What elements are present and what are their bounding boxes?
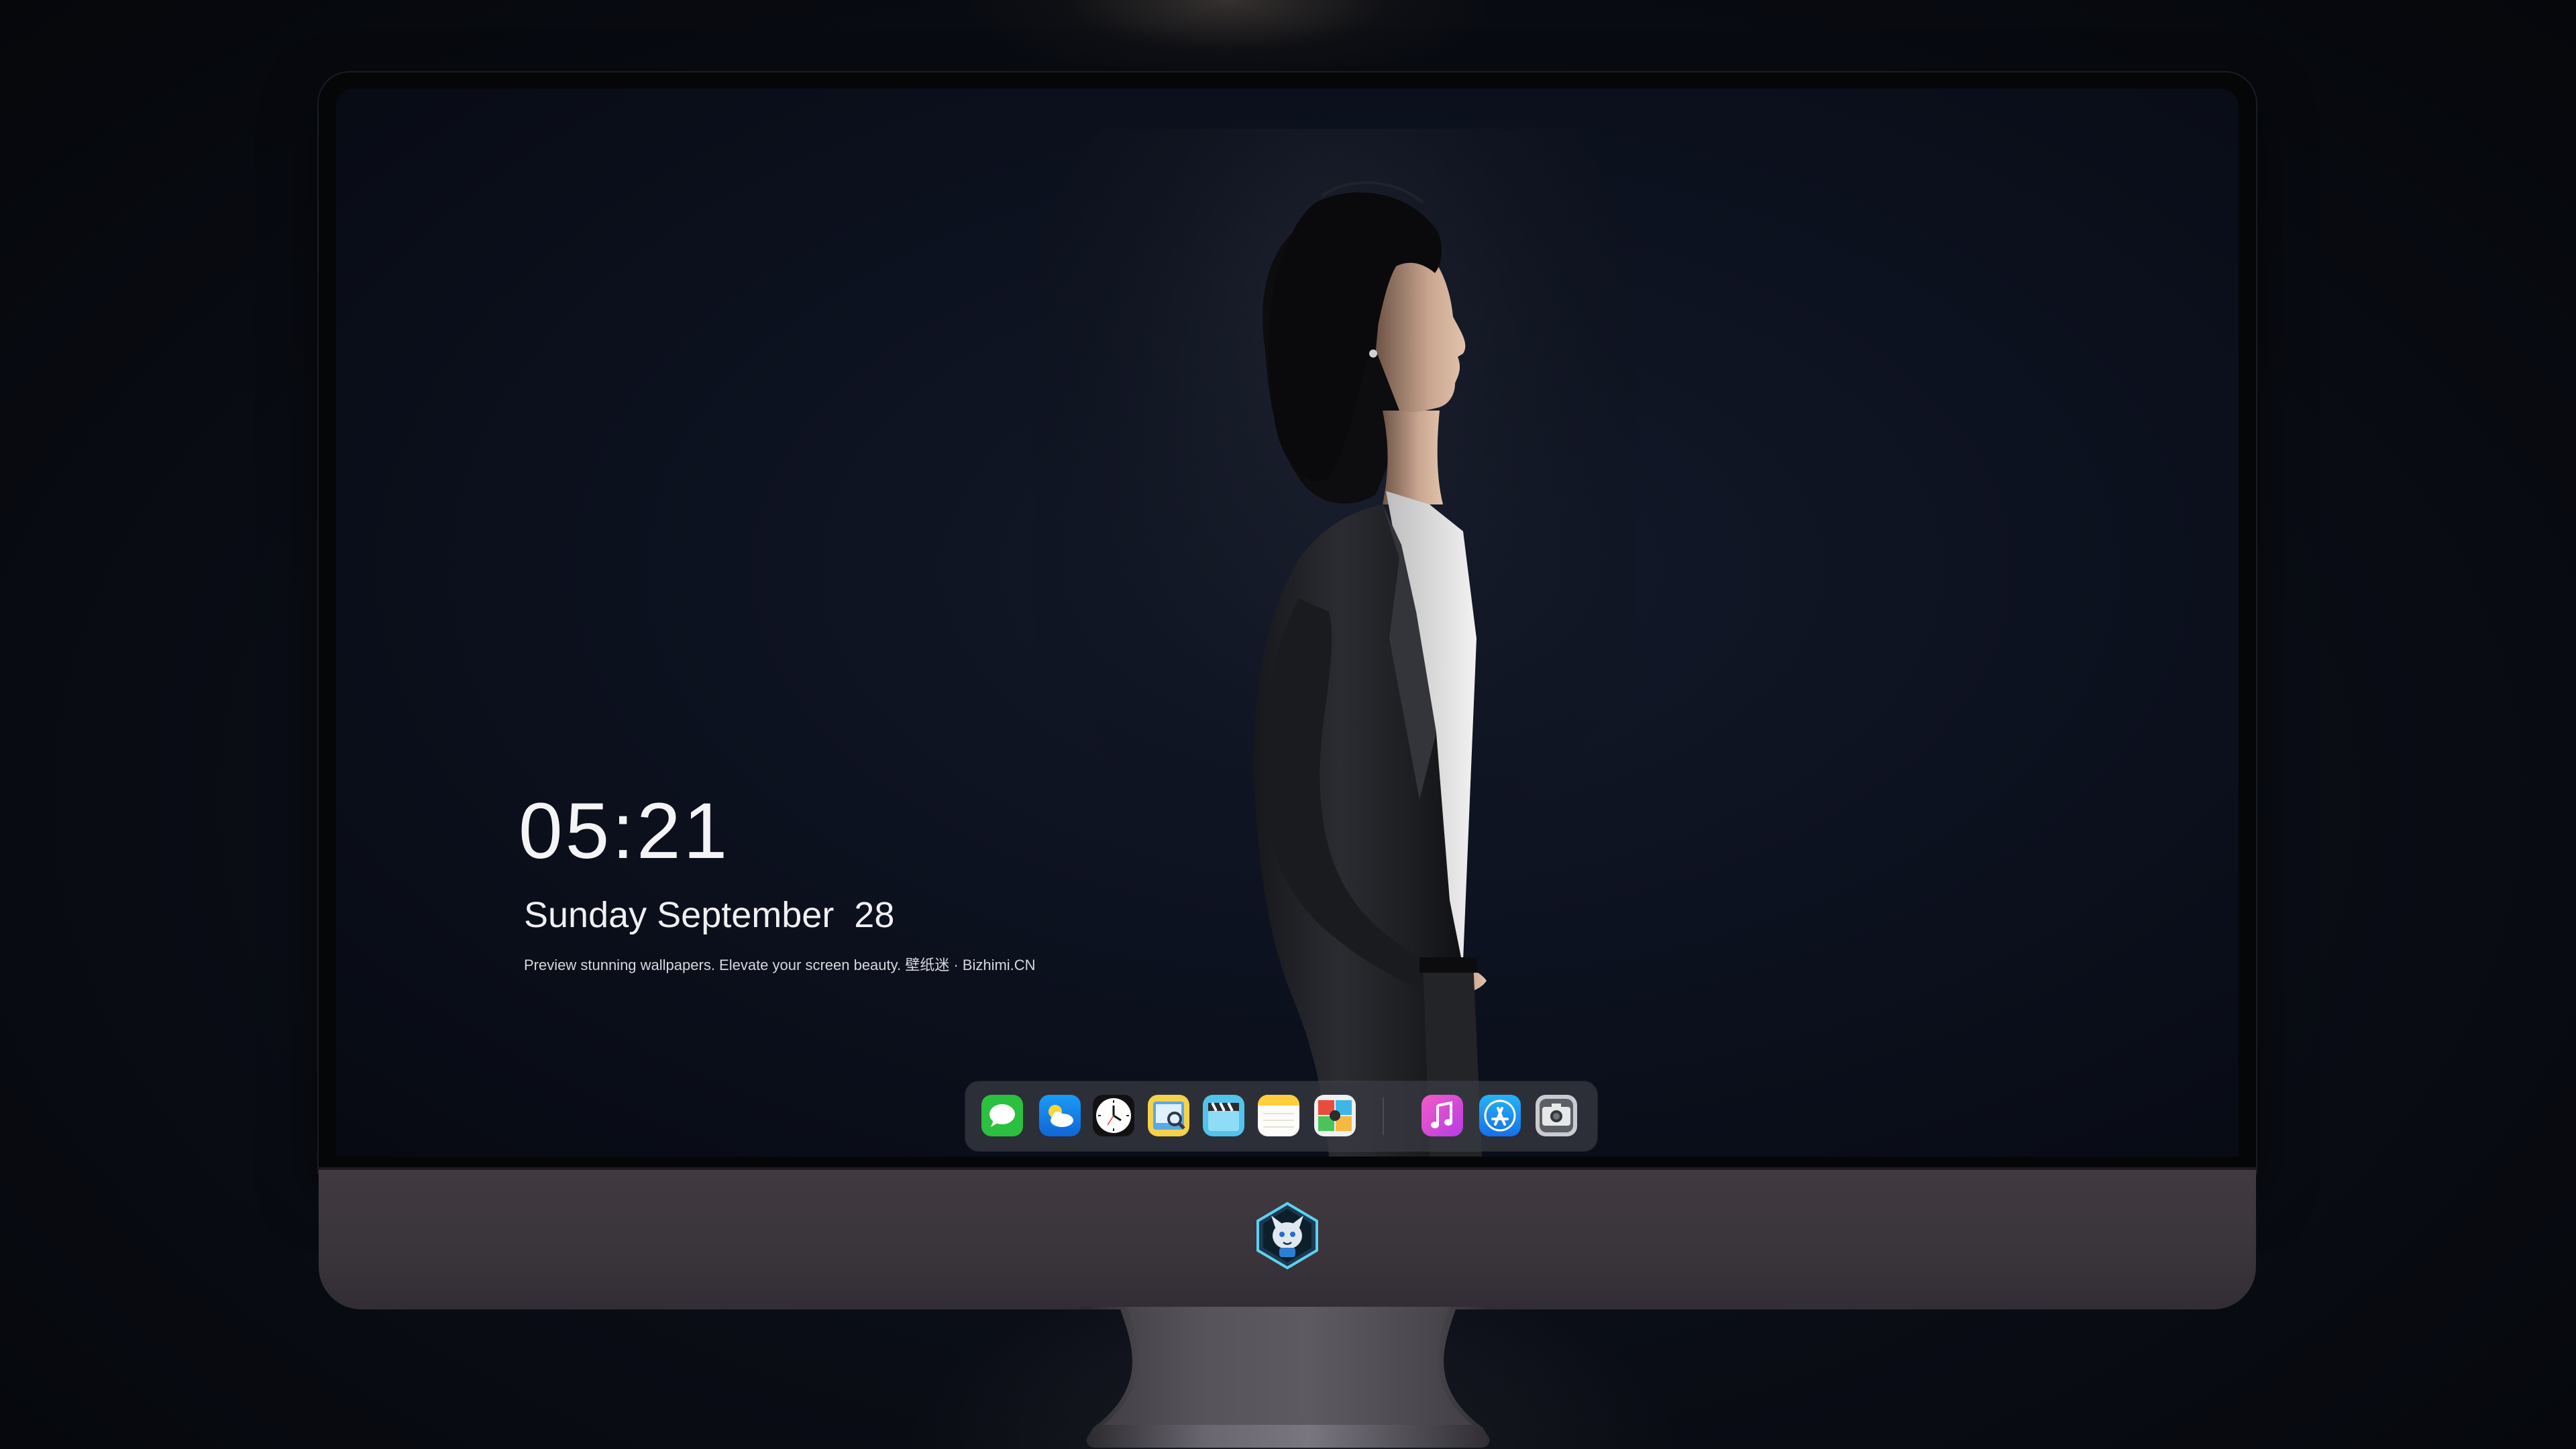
messages-icon[interactable] xyxy=(981,1095,1023,1136)
music-icon[interactable] xyxy=(1421,1095,1463,1136)
camera-icon[interactable] xyxy=(1536,1095,1577,1136)
monitor: 05:21 Sunday September 28 Preview stunni… xyxy=(319,72,2256,1309)
lock-screen-date: Sunday September 28 xyxy=(524,895,895,935)
clock-icon[interactable] xyxy=(1093,1095,1134,1136)
monitor-chin xyxy=(319,1167,2256,1309)
lock-screen-time: 05:21 xyxy=(519,787,731,875)
mascot-logo-icon xyxy=(1256,1201,1318,1270)
lock-screen: 05:21 Sunday September 28 Preview stunni… xyxy=(336,89,2239,1157)
dock xyxy=(965,1081,1597,1151)
monitor-stand xyxy=(1081,1307,1495,1448)
preview-icon[interactable] xyxy=(1148,1095,1189,1136)
wallpaper-figure xyxy=(1034,129,1638,1157)
clips-icon[interactable] xyxy=(1203,1095,1244,1136)
dock-separator xyxy=(1383,1097,1384,1135)
wallpaper-tagline: Preview stunning wallpapers. Elevate you… xyxy=(524,957,1036,973)
desktop-scene: 05:21 Sunday September 28 Preview stunni… xyxy=(0,0,2576,1449)
weather-icon[interactable] xyxy=(1039,1095,1081,1136)
notes-icon[interactable] xyxy=(1258,1095,1299,1136)
photo-booth-icon[interactable] xyxy=(1314,1095,1356,1136)
top-light-glow xyxy=(973,0,1483,80)
app-store-icon[interactable] xyxy=(1479,1095,1521,1136)
monitor-bezel: 05:21 Sunday September 28 Preview stunni… xyxy=(319,72,2256,1173)
